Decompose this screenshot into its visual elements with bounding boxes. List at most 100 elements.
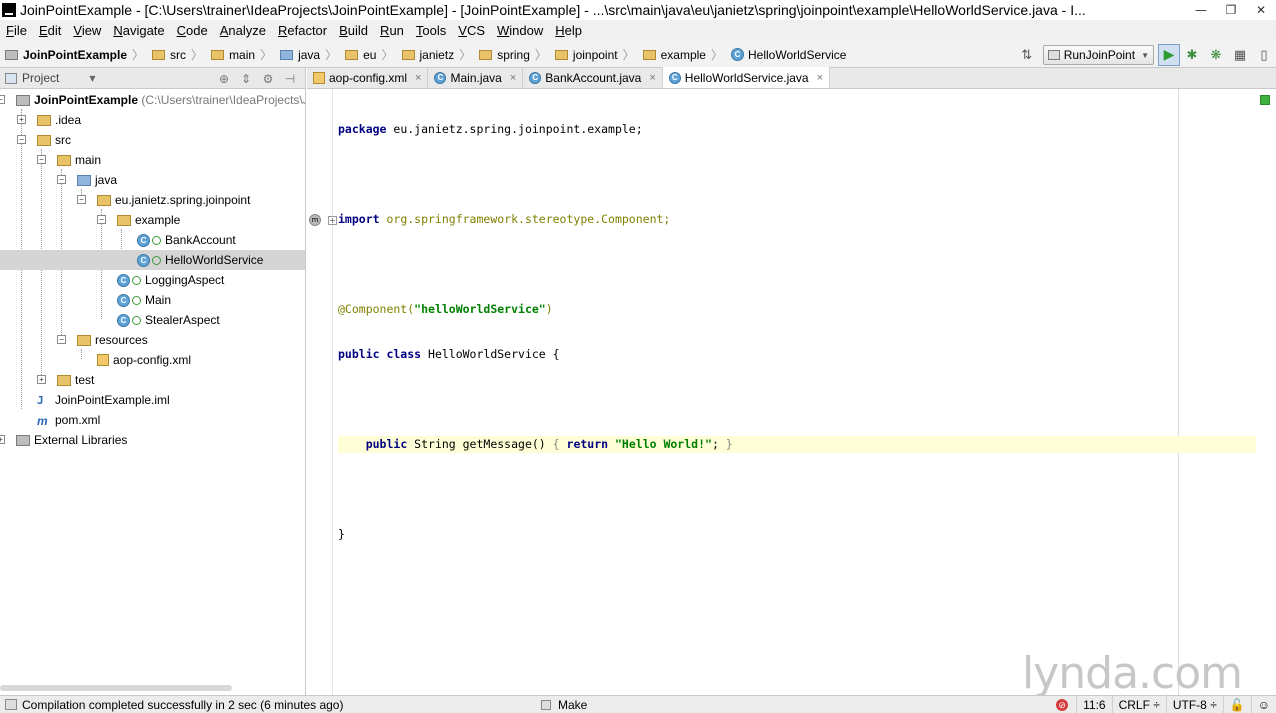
breadcrumb-main[interactable]: main 〉	[206, 42, 275, 68]
chevron-right-icon: 〉	[191, 48, 204, 62]
collapse-icon[interactable]: −	[77, 195, 86, 204]
run-button[interactable]: ▶	[1158, 44, 1180, 66]
project-view-icon	[5, 72, 17, 84]
collapse-icon[interactable]: −	[57, 335, 66, 344]
menu-refactor[interactable]: Refactor	[272, 20, 333, 42]
run-configuration-dropdown[interactable]: RunJoinPoint ▼	[1042, 45, 1154, 65]
close-tab-icon[interactable]: ×	[817, 72, 823, 84]
code-editor[interactable]: m + package eu.janietz.spring.joinpoint.…	[307, 89, 1276, 695]
breadcrumb-project[interactable]: JoinPointExample 〉	[0, 42, 147, 68]
breadcrumb-eu[interactable]: eu 〉	[340, 42, 396, 68]
tab-helloworldservice-java[interactable]: C HelloWorldService.java ×	[662, 67, 831, 88]
sdk-icon[interactable]: ▯	[1253, 44, 1275, 66]
bean-method-icon[interactable]: m	[309, 214, 321, 226]
collapse-icon[interactable]: −	[97, 215, 106, 224]
tree-item-external-libraries[interactable]: + External Libraries	[0, 430, 305, 450]
tool-windows-icon[interactable]	[5, 699, 17, 710]
fold-expand-icon[interactable]: +	[328, 216, 337, 225]
menu-tools[interactable]: Tools	[410, 20, 452, 42]
lock-icon[interactable]: 🔓	[1222, 696, 1251, 713]
tree-item-main[interactable]: − main	[0, 150, 305, 170]
tree-item-test[interactable]: + test	[0, 370, 305, 390]
tree-item-resources[interactable]: − resources	[0, 330, 305, 350]
breadcrumb-janietz[interactable]: janietz 〉	[397, 42, 475, 68]
menu-navigate[interactable]: Navigate	[107, 20, 170, 42]
status-right: ⊘ 11:6 CRLF ÷ UTF-8 ÷ 🔓 ☺	[1056, 696, 1276, 713]
code-text[interactable]: package eu.janietz.spring.joinpoint.exam…	[338, 93, 1256, 571]
collapse-icon[interactable]: −	[37, 155, 46, 164]
tree-item-src[interactable]: − src	[0, 130, 305, 150]
tree-item-pom[interactable]: m pom.xml	[0, 410, 305, 430]
code-line-8-current: public String getMessage() { return "Hel…	[338, 436, 1256, 453]
class-icon: C	[434, 71, 447, 84]
breadcrumb-helloworldservice[interactable]: C HelloWorldService	[726, 42, 849, 68]
menu-edit[interactable]: Edit	[33, 20, 67, 42]
error-icon[interactable]: ⊘	[1056, 699, 1069, 711]
menu-run[interactable]: Run	[374, 20, 410, 42]
sort-icon[interactable]: ⇅	[1016, 44, 1038, 66]
chevron-down-icon[interactable]: ▼	[89, 74, 95, 83]
background-task[interactable]: Make	[541, 698, 587, 712]
hide-panel-icon[interactable]: ⊣	[279, 72, 301, 86]
coverage-icon[interactable]: ❋	[1205, 44, 1227, 66]
close-tab-icon[interactable]: ×	[649, 72, 655, 84]
menu-build[interactable]: Build	[333, 20, 374, 42]
project-view-selector[interactable]: Project	[22, 71, 59, 85]
breadcrumb-java[interactable]: java 〉	[275, 42, 340, 68]
tree-item-helloworldservice[interactable]: C HelloWorldService	[0, 250, 305, 270]
tree-item-iml[interactable]: J JoinPointExample.iml	[0, 390, 305, 410]
collapse-icon[interactable]: −	[0, 95, 5, 104]
caret-position[interactable]: 11:6	[1076, 696, 1111, 713]
tree-item-idea[interactable]: + .idea	[0, 110, 305, 130]
tab-aop-config-xml[interactable]: aop-config.xml ×	[307, 67, 429, 88]
tree-item-aop-config[interactable]: aop-config.xml	[0, 350, 305, 370]
collapse-icon[interactable]: −	[57, 175, 66, 184]
collapse-icon[interactable]: −	[17, 135, 26, 144]
tree-item-stealeraspect[interactable]: C StealerAspect	[0, 310, 305, 330]
scroll-from-source-icon[interactable]: ⊕	[213, 72, 235, 86]
close-tab-icon[interactable]: ×	[510, 72, 516, 84]
horizontal-scrollbar[interactable]	[0, 685, 232, 691]
tree-item-example[interactable]: − example	[0, 210, 305, 230]
tree-item-bankaccount[interactable]: C BankAccount	[0, 230, 305, 250]
source-folder-icon	[280, 49, 294, 60]
inspector-icon[interactable]: ☺	[1250, 696, 1276, 713]
debug-bug-icon[interactable]: ✱	[1181, 44, 1203, 66]
source-folder-icon	[77, 174, 91, 186]
tree-item-package[interactable]: − eu.janietz.spring.joinpoint	[0, 190, 305, 210]
project-structure-icon[interactable]: ▦	[1229, 44, 1251, 66]
menu-window[interactable]: Window	[491, 20, 549, 42]
close-tab-icon[interactable]: ×	[415, 72, 421, 84]
expand-icon[interactable]: +	[37, 375, 46, 384]
menu-code[interactable]: Code	[171, 20, 214, 42]
breadcrumb-joinpoint[interactable]: joinpoint 〉	[550, 42, 638, 68]
gear-icon[interactable]: ⚙	[257, 72, 279, 86]
breadcrumb-example[interactable]: example 〉	[638, 42, 726, 68]
close-window-button[interactable]: ✕	[1246, 0, 1276, 20]
tree-item-main-class[interactable]: C Main	[0, 290, 305, 310]
menu-view[interactable]: View	[67, 20, 107, 42]
editor-gutter[interactable]: m +	[307, 89, 337, 695]
breadcrumb-src[interactable]: src 〉	[147, 42, 206, 68]
menu-help[interactable]: Help	[549, 20, 588, 42]
line-separator[interactable]: CRLF ÷	[1111, 696, 1166, 713]
code-line-10: }	[338, 527, 345, 541]
breadcrumb-spring[interactable]: spring 〉	[474, 42, 550, 68]
minimize-button[interactable]: —	[1186, 0, 1216, 20]
menu-analyze[interactable]: Analyze	[214, 20, 272, 42]
menu-vcs[interactable]: VCS	[452, 20, 491, 42]
menu-file[interactable]: File	[0, 20, 33, 42]
class-icon: C	[137, 233, 150, 247]
spring-bean-icon	[132, 295, 141, 305]
tab-bankaccount-java[interactable]: C BankAccount.java ×	[523, 67, 663, 88]
collapse-all-icon[interactable]: ⇕	[235, 72, 257, 86]
expand-icon[interactable]: +	[17, 115, 26, 124]
tree-item-loggingaspect[interactable]: C LoggingAspect	[0, 270, 305, 290]
maximize-button[interactable]: ❐	[1216, 0, 1246, 20]
tab-main-java[interactable]: C Main.java ×	[428, 67, 524, 88]
file-encoding[interactable]: UTF-8 ÷	[1165, 696, 1223, 713]
tree-item-java[interactable]: − java	[0, 170, 305, 190]
expand-icon[interactable]: +	[0, 435, 5, 444]
tree-root-project[interactable]: − JoinPointExample (C:\Users\trainer\Ide…	[0, 90, 305, 110]
